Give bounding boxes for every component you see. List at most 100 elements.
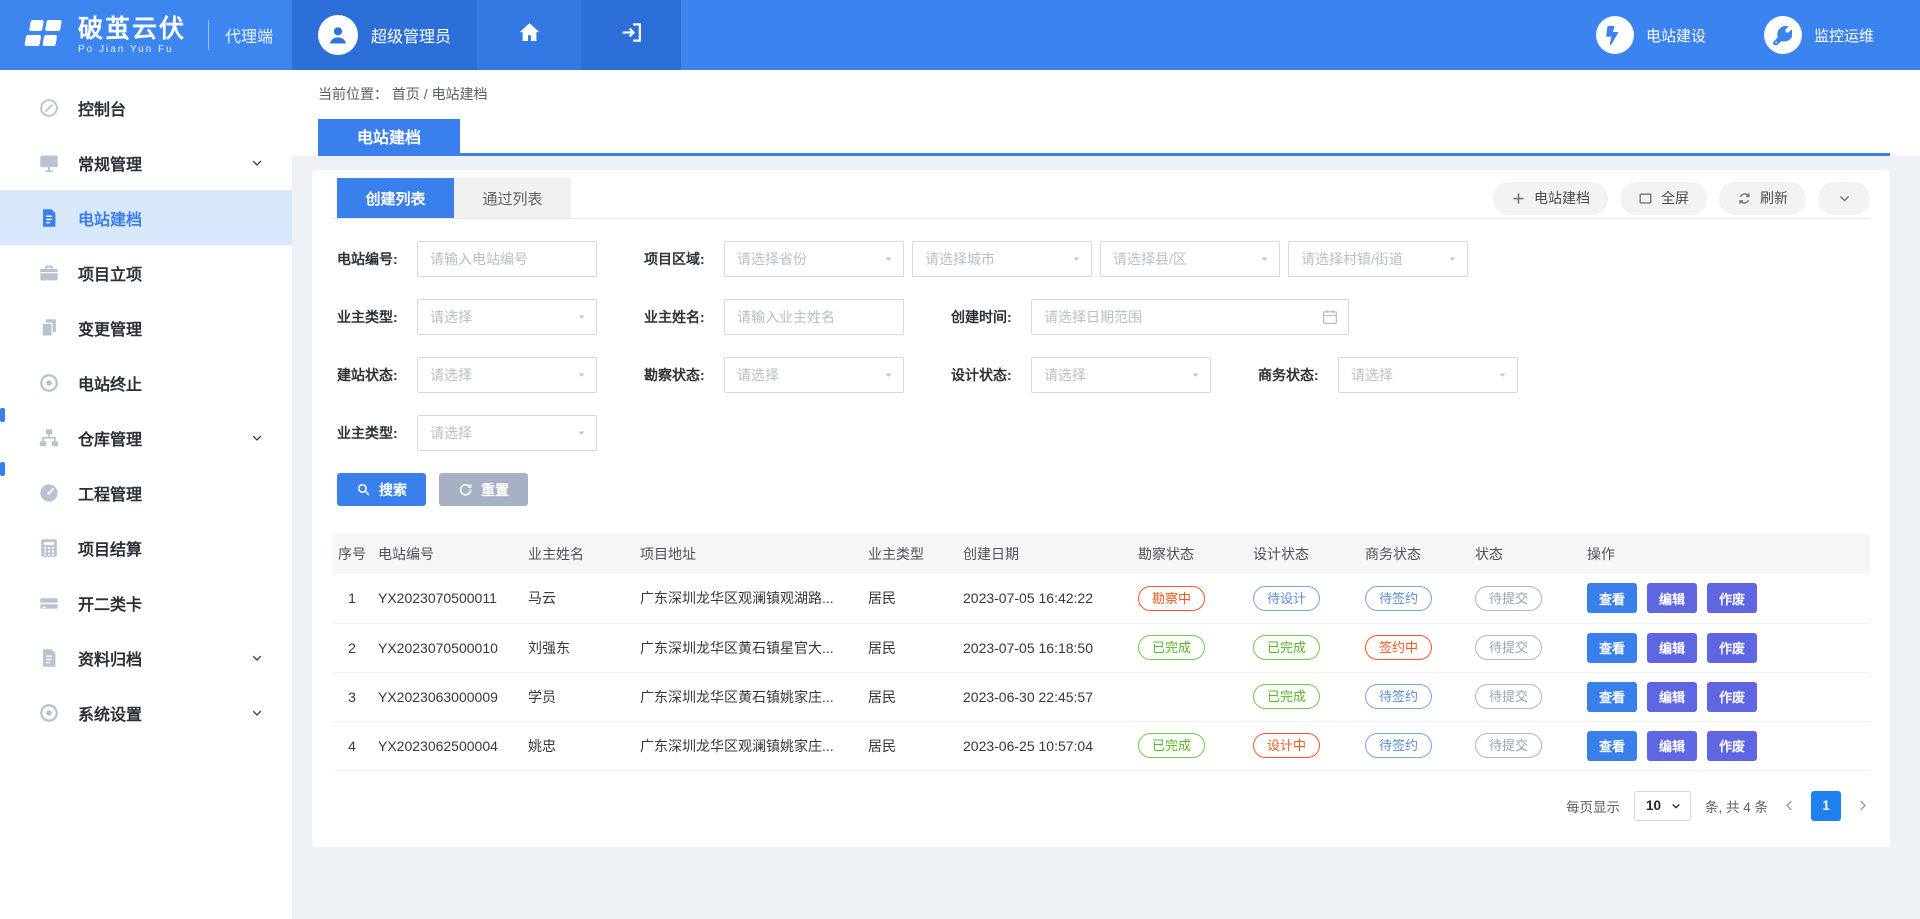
- panel-toolbar: 电站建档全屏 刷新: [1493, 182, 1870, 215]
- sidebar-item[interactable]: 系统设置: [0, 685, 292, 740]
- per-page-label: 每页显示: [1566, 796, 1620, 816]
- sidebar-item[interactable]: 变更管理: [0, 300, 292, 355]
- cell-business-status: 待签约: [1359, 672, 1469, 721]
- filter-label: 商务状态:: [1258, 365, 1338, 385]
- filter-select[interactable]: 请选择: [1031, 357, 1211, 393]
- sidebar-item[interactable]: 电站建档: [0, 190, 292, 245]
- app-header: 破茧云伏 Po Jian Yun Fu 代理端 超级管理员 电站建设 监控运维: [0, 0, 1920, 70]
- user-name: 超级管理员: [371, 23, 451, 47]
- sidebar-scrollbar[interactable]: [0, 462, 5, 476]
- filter-input[interactable]: [418, 242, 596, 276]
- sidebar-item[interactable]: 工程管理: [0, 465, 292, 520]
- list-tab[interactable]: 创建列表: [337, 178, 454, 218]
- list-tab[interactable]: 通过列表: [454, 178, 571, 218]
- collapse-button[interactable]: [1818, 182, 1870, 215]
- calendar-icon: [1321, 308, 1339, 326]
- void-button[interactable]: 作废: [1707, 682, 1757, 712]
- header-nav-item[interactable]: 电站建设: [1596, 16, 1706, 54]
- view-button[interactable]: 查看: [1587, 583, 1637, 613]
- view-button[interactable]: 查看: [1587, 633, 1637, 663]
- status-badge: 待提交: [1475, 733, 1542, 758]
- void-button[interactable]: 作废: [1707, 633, 1757, 663]
- view-button[interactable]: 查看: [1587, 682, 1637, 712]
- filter-select[interactable]: 请选择: [417, 357, 597, 393]
- sidebar-item[interactable]: 项目立项: [0, 245, 292, 300]
- sidebar-item[interactable]: 常规管理: [0, 135, 292, 190]
- cell-owner-type: 居民: [862, 623, 957, 672]
- filter-select[interactable]: 请选择县/区: [1100, 241, 1280, 277]
- logout-button[interactable]: [581, 0, 681, 70]
- archive-icon: [38, 647, 60, 669]
- edit-button[interactable]: 编辑: [1647, 583, 1697, 613]
- brand-divider: [208, 20, 209, 50]
- reset-button[interactable]: 重置: [439, 473, 528, 506]
- brand[interactable]: 破茧云伏 Po Jian Yun Fu 代理端: [0, 0, 292, 70]
- view-button[interactable]: 查看: [1587, 731, 1637, 761]
- page-header: 当前位置： 首页 / 电站建档 电站建档: [292, 70, 1920, 156]
- per-page-select[interactable]: 10: [1634, 791, 1691, 821]
- filter-select[interactable]: 请选择: [417, 299, 597, 335]
- sidebar-item[interactable]: 电站终止: [0, 355, 292, 410]
- cell-owner-name: 姚忠: [522, 721, 634, 770]
- breadcrumb-home[interactable]: 首页: [392, 86, 420, 102]
- cell-station-code: YX2023070500010: [372, 623, 522, 672]
- edit-button[interactable]: 编辑: [1647, 682, 1697, 712]
- edit-button[interactable]: 编辑: [1647, 633, 1697, 663]
- filter-select[interactable]: 请选择省份: [724, 241, 904, 277]
- cell-created-date: 2023-06-25 10:57:04: [957, 721, 1132, 770]
- status-badge: 待提交: [1475, 684, 1542, 709]
- header-nav-item[interactable]: 监控运维: [1764, 16, 1874, 54]
- page-number[interactable]: 1: [1811, 791, 1841, 821]
- cell-station-code: YX2023063000009: [372, 672, 522, 721]
- table-row: 2YX2023070500010刘强东广东深圳龙华区黄石镇星官大...居民202…: [332, 623, 1870, 672]
- search-button[interactable]: 搜索: [337, 473, 426, 506]
- filter-select[interactable]: 请选择城市: [912, 241, 1092, 277]
- filter-select[interactable]: 请选择: [724, 357, 904, 393]
- sidebar-item-label: 电站建档: [78, 206, 142, 230]
- logout-icon: [619, 20, 644, 50]
- header-quick-nav: 电站建设 监控运维: [1596, 0, 1920, 70]
- home-button[interactable]: [477, 0, 581, 70]
- sidebar-item[interactable]: 开二类卡: [0, 575, 292, 630]
- cell-status-status: 待提交: [1469, 672, 1581, 721]
- prev-page-button[interactable]: [1782, 798, 1797, 813]
- table-row: 4YX2023062500004姚忠广东深圳龙华区观澜镇姚家庄...居民2023…: [332, 721, 1870, 770]
- portal-label: 代理端: [225, 23, 273, 47]
- sidebar-item[interactable]: 仓库管理: [0, 410, 292, 465]
- sidebar-item[interactable]: 项目结算: [0, 520, 292, 575]
- date-range-input[interactable]: [1032, 300, 1348, 334]
- filter-input[interactable]: [725, 300, 903, 334]
- select-placeholder: 请选择: [430, 307, 472, 327]
- cell-actions: 查看编辑作废: [1581, 721, 1870, 770]
- void-button[interactable]: 作废: [1707, 583, 1757, 613]
- caret-down-icon: [883, 254, 894, 265]
- cell-index: 2: [332, 623, 372, 672]
- fullscreen-button[interactable]: 全屏: [1620, 182, 1707, 215]
- user-menu[interactable]: 超级管理员: [292, 0, 477, 70]
- filter-select[interactable]: 请选择: [417, 415, 597, 451]
- cell-status-status: 待提交: [1469, 623, 1581, 672]
- page-tab[interactable]: 电站建档: [318, 119, 460, 153]
- sidebar-item[interactable]: 控制台: [0, 80, 292, 135]
- sidebar: 控制台常规管理电站建档项目立项变更管理电站终止仓库管理工程管理项目结算开二类卡资…: [0, 70, 292, 919]
- void-button[interactable]: 作废: [1707, 731, 1757, 761]
- filter-select[interactable]: 请选择村镇/街道: [1288, 241, 1468, 277]
- cell-index: 3: [332, 672, 372, 721]
- column-header: 序号: [332, 534, 372, 574]
- business-status-badge: 待签约: [1365, 586, 1432, 611]
- next-page-button[interactable]: [1855, 798, 1870, 813]
- cell-survey-status: 勘察中: [1132, 574, 1247, 623]
- briefcase-icon: [38, 262, 60, 284]
- avatar: [318, 15, 358, 55]
- filter-select[interactable]: 请选择: [1338, 357, 1518, 393]
- caret-down-icon: [576, 428, 587, 439]
- table-row: 3YX2023063000009学员广东深圳龙华区黄石镇姚家庄...居民2023…: [332, 672, 1870, 721]
- refresh-button[interactable]: 刷新: [1719, 182, 1806, 215]
- column-header: 操作: [1581, 534, 1870, 574]
- toolbar-button-label: 刷新: [1760, 188, 1788, 208]
- create-station-button[interactable]: 电站建档: [1493, 182, 1608, 215]
- edit-button[interactable]: 编辑: [1647, 731, 1697, 761]
- card-icon: [38, 592, 60, 614]
- sidebar-scrollbar[interactable]: [0, 408, 5, 422]
- sidebar-item[interactable]: 资料归档: [0, 630, 292, 685]
